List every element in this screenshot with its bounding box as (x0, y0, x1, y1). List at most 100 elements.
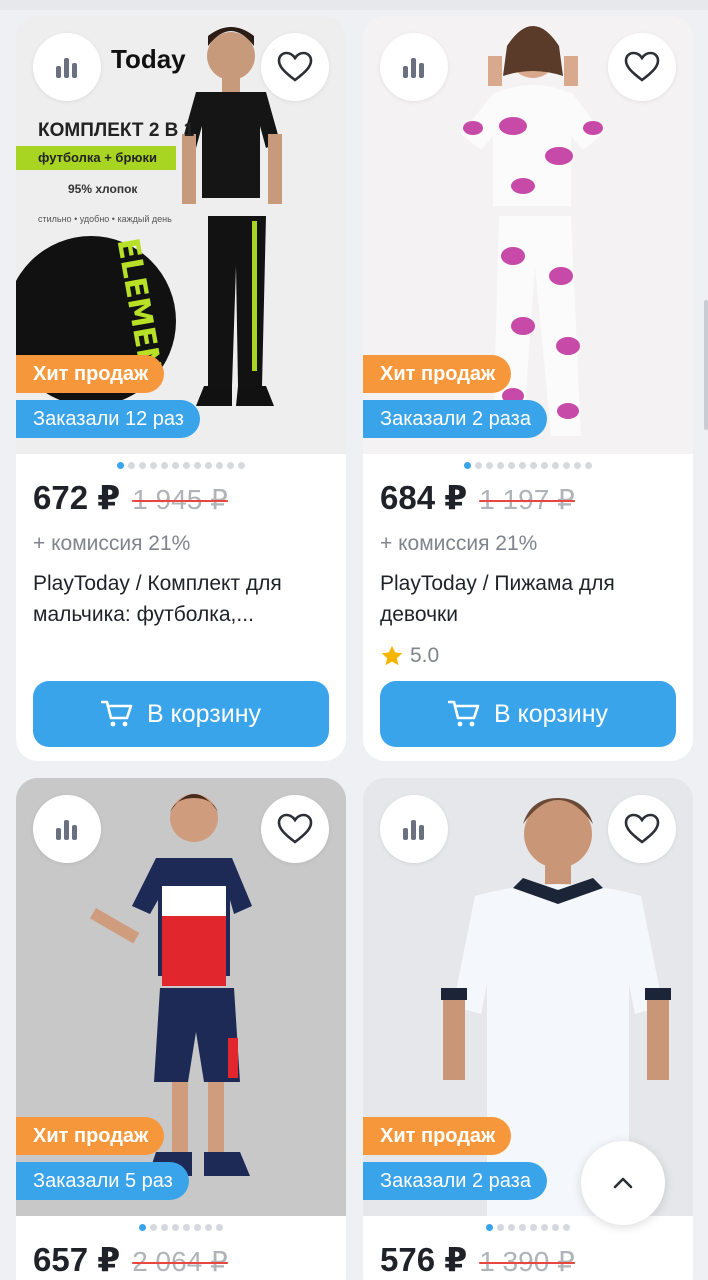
product-card[interactable]: Хит продаж Заказали 2 раза 684 ₽ 1 197 ₽… (363, 16, 693, 761)
image-slider-dots[interactable] (363, 1224, 693, 1232)
slider-dot[interactable] (139, 1224, 146, 1231)
photo-tagline-text: стильно • удобно • каждый день (38, 214, 172, 224)
slider-dot[interactable] (128, 462, 135, 469)
product-card[interactable]: Хит продаж Заказали 5 раз 657 ₽ 2 064 ₽ (16, 778, 346, 1280)
slider-dot[interactable] (150, 1224, 157, 1231)
slider-dot[interactable] (574, 462, 581, 469)
image-slider-dots[interactable] (363, 462, 693, 470)
slider-dot[interactable] (552, 1224, 559, 1231)
slider-dot[interactable] (205, 462, 212, 469)
bar-chart-icon (56, 58, 77, 78)
bestseller-badge: Хит продаж (16, 355, 165, 393)
catalog-page: ELEMEN Хит продаж Заказали 12 раз Today … (0, 0, 708, 1280)
slider-dot[interactable] (161, 462, 168, 469)
current-price: 657 ₽ (33, 1241, 121, 1278)
slider-dot[interactable] (139, 462, 146, 469)
chevron-up-icon (613, 1177, 633, 1189)
slider-dot[interactable] (563, 462, 570, 469)
slider-dot[interactable] (497, 1224, 504, 1231)
favorite-button[interactable] (608, 795, 676, 863)
bar-chart-icon (403, 58, 424, 78)
current-price: 672 ₽ (33, 479, 121, 516)
slider-dot[interactable] (183, 1224, 190, 1231)
rating: 5.0 (380, 642, 676, 670)
bestseller-badge: Хит продаж (363, 355, 512, 393)
scroll-to-top-button[interactable] (581, 1141, 665, 1225)
bar-chart-icon (56, 820, 77, 840)
photo-brand-text: Today (111, 44, 186, 74)
slider-dot[interactable] (497, 462, 504, 469)
add-to-cart-button[interactable]: В корзину (380, 681, 676, 747)
orders-count-badge: Заказали 2 раза (363, 1162, 547, 1200)
slider-dot[interactable] (475, 462, 482, 469)
bestseller-badge: Хит продаж (16, 1117, 165, 1155)
slider-dot[interactable] (216, 462, 223, 469)
product-title[interactable]: PlayToday / Пижама для девочки (380, 568, 676, 632)
slider-dot[interactable] (464, 462, 471, 469)
slider-dot[interactable] (508, 1224, 515, 1231)
slider-dot[interactable] (172, 462, 179, 469)
bar-chart-icon (403, 820, 424, 840)
slider-dot[interactable] (541, 1224, 548, 1231)
scrollbar-thumb[interactable] (704, 300, 708, 430)
rating-value: 5.0 (410, 644, 440, 667)
current-price: 576 ₽ (380, 1241, 468, 1278)
slider-dot[interactable] (508, 462, 515, 469)
commission-text: + комиссия 21% (380, 532, 538, 555)
product-photo[interactable]: Хит продаж Заказали 2 раза (363, 16, 693, 454)
slider-dot[interactable] (227, 462, 234, 469)
slider-dot[interactable] (172, 1224, 179, 1231)
slider-dot[interactable] (150, 462, 157, 469)
slider-dot[interactable] (519, 1224, 526, 1231)
price-row: 657 ₽ 2 064 ₽ (33, 1240, 329, 1280)
heart-icon (277, 51, 313, 82)
photo-set-text: КОМПЛЕКТ 2 В 1 (38, 120, 195, 141)
compare-button[interactable] (33, 33, 101, 101)
slider-dot[interactable] (486, 462, 493, 469)
product-photo[interactable]: ELEMEN Хит продаж Заказали 12 раз Today … (16, 16, 346, 454)
product-title[interactable]: PlayToday / Комплект для мальчика: футбо… (33, 568, 329, 632)
compare-button[interactable] (380, 795, 448, 863)
product-card[interactable]: ELEMEN Хит продаж Заказали 12 раз Today … (16, 16, 346, 761)
commission-text: + комиссия 21% (33, 532, 191, 555)
slider-dot[interactable] (183, 462, 190, 469)
favorite-button[interactable] (261, 33, 329, 101)
add-to-cart-button[interactable]: В корзину (33, 681, 329, 747)
slider-dot[interactable] (216, 1224, 223, 1231)
add-to-cart-label: В корзину (493, 699, 609, 728)
favorite-button[interactable] (608, 33, 676, 101)
old-price: 2 064 ₽ (132, 1246, 228, 1277)
image-slider-dots[interactable] (16, 462, 346, 470)
heart-icon (624, 51, 660, 82)
star-icon (381, 645, 403, 666)
slider-dot[interactable] (117, 462, 124, 469)
slider-dot[interactable] (530, 462, 537, 469)
slider-dot[interactable] (585, 462, 592, 469)
slider-dot[interactable] (161, 1224, 168, 1231)
photo-cotton-text: 95% хлопок (68, 182, 138, 196)
old-price: 1 197 ₽ (479, 484, 575, 515)
favorite-button[interactable] (261, 795, 329, 863)
slider-dot[interactable] (552, 462, 559, 469)
product-photo[interactable]: Хит продаж Заказали 5 раз (16, 778, 346, 1216)
slider-dot[interactable] (205, 1224, 212, 1231)
slider-dot[interactable] (530, 1224, 537, 1231)
slider-dot[interactable] (194, 1224, 201, 1231)
orders-count-badge: Заказали 5 раз (16, 1162, 189, 1200)
slider-dot[interactable] (563, 1224, 570, 1231)
slider-dot[interactable] (541, 462, 548, 469)
slider-dot[interactable] (486, 1224, 493, 1231)
cart-icon (100, 700, 133, 727)
cart-icon (447, 700, 480, 727)
slider-dot[interactable] (519, 462, 526, 469)
photo-items-text: футболка + брюки (38, 150, 157, 165)
image-slider-dots[interactable] (16, 1224, 346, 1232)
compare-button[interactable] (33, 795, 101, 863)
price-row: 576 ₽ 1 390 ₽ (380, 1240, 676, 1280)
old-price: 1 390 ₽ (479, 1246, 575, 1277)
heart-icon (624, 813, 660, 844)
slider-dot[interactable] (238, 462, 245, 469)
slider-dot[interactable] (194, 462, 201, 469)
bestseller-badge: Хит продаж (363, 1117, 512, 1155)
compare-button[interactable] (380, 33, 448, 101)
